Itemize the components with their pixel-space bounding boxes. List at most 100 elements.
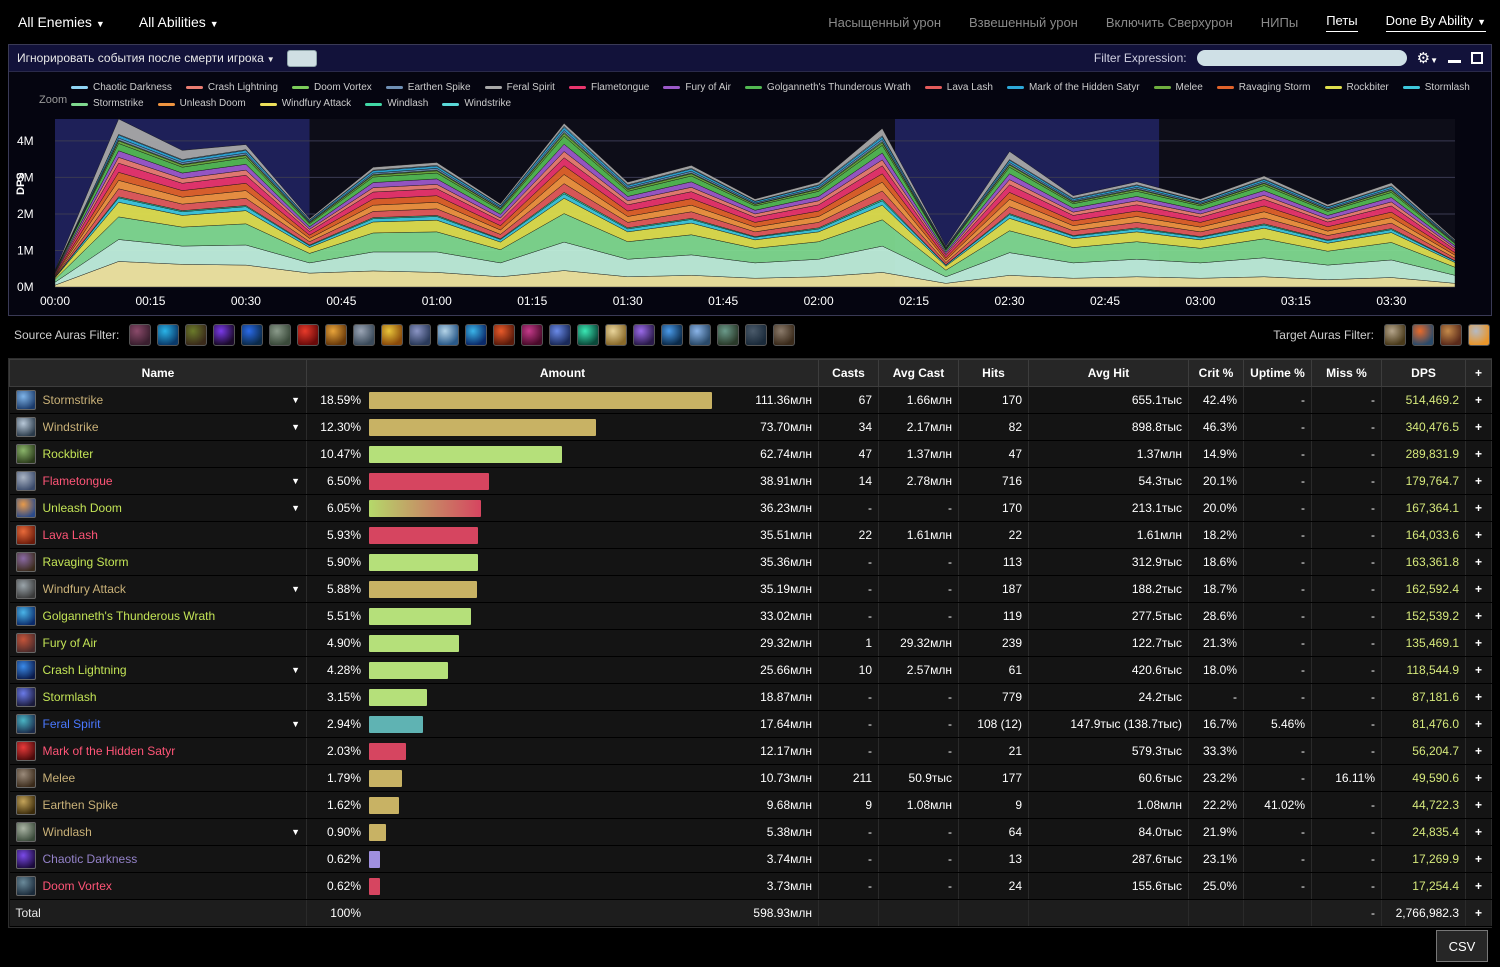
legend-item[interactable]: Ravaging Storm xyxy=(1217,81,1311,95)
ability-name-link[interactable]: Windstrike xyxy=(43,420,285,434)
csv-export-button[interactable]: CSV xyxy=(1436,930,1488,962)
ability-name-link[interactable]: Mark of the Hidden Satyr xyxy=(43,744,301,758)
source-aura-icon[interactable] xyxy=(465,324,487,346)
source-aura-icon[interactable] xyxy=(325,324,347,346)
source-aura-icon[interactable] xyxy=(437,324,459,346)
ability-icon[interactable] xyxy=(16,471,36,491)
ability-icon[interactable] xyxy=(16,741,36,761)
legend-item[interactable]: Earthen Spike xyxy=(386,81,471,95)
legend-item[interactable]: Feral Spirit xyxy=(485,81,555,95)
expand-button[interactable]: + xyxy=(1466,846,1492,873)
ability-icon[interactable] xyxy=(16,606,36,626)
row-expand-caret[interactable]: ▼ xyxy=(291,584,300,594)
legend-item[interactable]: Rockbiter xyxy=(1325,81,1389,95)
target-aura-icon[interactable] xyxy=(1468,324,1490,346)
column-header[interactable]: Hits xyxy=(959,360,1029,387)
row-expand-caret[interactable]: ▼ xyxy=(291,476,300,486)
ignore-deaths-toggle[interactable] xyxy=(287,50,317,67)
column-header[interactable]: Casts xyxy=(819,360,879,387)
ability-name-link[interactable]: Ravaging Storm xyxy=(43,555,301,569)
source-aura-icon[interactable] xyxy=(689,324,711,346)
target-aura-icon[interactable] xyxy=(1440,324,1462,346)
source-aura-icon[interactable] xyxy=(661,324,683,346)
ability-icon[interactable] xyxy=(16,660,36,680)
ability-icon[interactable] xyxy=(16,768,36,788)
ability-name-link[interactable]: Unleash Doom xyxy=(43,501,285,515)
abilities-dropdown[interactable]: All Abilities▼ xyxy=(139,14,219,30)
expand-button[interactable]: + xyxy=(1466,873,1492,900)
row-expand-caret[interactable]: ▼ xyxy=(291,503,300,513)
view-dropdown[interactable]: Done By Ability▼ xyxy=(1386,13,1486,32)
row-expand-caret[interactable]: ▼ xyxy=(291,395,300,405)
source-aura-icon[interactable] xyxy=(297,324,319,346)
source-aura-icon[interactable] xyxy=(549,324,571,346)
ability-icon[interactable] xyxy=(16,633,36,653)
column-header[interactable]: Name xyxy=(10,360,307,387)
expand-button[interactable]: + xyxy=(1466,414,1492,441)
gear-icon[interactable]: ⚙▼ xyxy=(1417,49,1438,67)
source-aura-icon[interactable] xyxy=(521,324,543,346)
legend-item[interactable]: Chaotic Darkness xyxy=(71,81,172,95)
ability-name-link[interactable]: Feral Spirit xyxy=(43,717,285,731)
ability-icon[interactable] xyxy=(16,390,36,410)
tab-include-overkill[interactable]: Включить Сверхурон xyxy=(1106,15,1233,30)
expand-button[interactable]: + xyxy=(1466,738,1492,765)
ability-name-link[interactable]: Stormlash xyxy=(43,690,301,704)
ability-icon[interactable] xyxy=(16,498,36,518)
tab-npcs[interactable]: НИПы xyxy=(1261,15,1298,30)
ability-icon[interactable] xyxy=(16,714,36,734)
source-aura-icon[interactable] xyxy=(717,324,739,346)
ignore-deaths-dropdown[interactable]: Игнорировать события после смерти игрока… xyxy=(17,51,275,65)
ability-name-link[interactable]: Earthen Spike xyxy=(43,798,301,812)
source-aura-icon[interactable] xyxy=(353,324,375,346)
source-aura-icon[interactable] xyxy=(129,324,151,346)
legend-item[interactable]: Flametongue xyxy=(569,81,649,95)
expand-button[interactable]: + xyxy=(1466,711,1492,738)
ability-icon[interactable] xyxy=(16,876,36,896)
ability-name-link[interactable]: Rockbiter xyxy=(43,447,301,461)
tab-pets[interactable]: Петы xyxy=(1326,13,1357,32)
ability-icon[interactable] xyxy=(16,579,36,599)
ability-icon[interactable] xyxy=(16,687,36,707)
ability-name-link[interactable]: Fury of Air xyxy=(43,636,301,650)
ability-name-link[interactable]: Chaotic Darkness xyxy=(43,852,301,866)
ability-name-link[interactable]: Melee xyxy=(43,771,301,785)
ability-name-link[interactable]: Windlash xyxy=(43,825,285,839)
source-aura-icon[interactable] xyxy=(185,324,207,346)
target-aura-icon[interactable] xyxy=(1412,324,1434,346)
legend-item[interactable]: Melee xyxy=(1154,81,1203,95)
row-expand-caret[interactable]: ▼ xyxy=(291,719,300,729)
expand-button[interactable]: + xyxy=(1466,792,1492,819)
expand-button[interactable]: + xyxy=(1466,495,1492,522)
ability-icon[interactable] xyxy=(16,552,36,572)
column-header[interactable]: Avg Cast xyxy=(879,360,959,387)
total-expand-button[interactable]: + xyxy=(1466,900,1492,927)
expand-button[interactable]: + xyxy=(1466,603,1492,630)
row-expand-caret[interactable]: ▼ xyxy=(291,665,300,675)
source-aura-icon[interactable] xyxy=(577,324,599,346)
legend-item[interactable]: Fury of Air xyxy=(663,81,731,95)
ability-name-link[interactable]: Stormstrike xyxy=(43,393,285,407)
ability-name-link[interactable]: Windfury Attack xyxy=(43,582,285,596)
ability-icon[interactable] xyxy=(16,849,36,869)
ability-name-link[interactable]: Lava Lash xyxy=(43,528,301,542)
ability-name-link[interactable]: Crash Lightning xyxy=(43,663,285,677)
ability-icon[interactable] xyxy=(16,417,36,437)
column-header[interactable]: Miss % xyxy=(1312,360,1382,387)
legend-item[interactable]: Doom Vortex xyxy=(292,81,372,95)
expand-button[interactable]: + xyxy=(1466,819,1492,846)
expand-button[interactable]: + xyxy=(1466,468,1492,495)
expand-button[interactable]: + xyxy=(1466,630,1492,657)
expand-button[interactable]: + xyxy=(1466,576,1492,603)
expand-button[interactable]: + xyxy=(1466,441,1492,468)
row-expand-caret[interactable]: ▼ xyxy=(291,422,300,432)
ability-icon[interactable] xyxy=(16,444,36,464)
legend-item[interactable]: Lava Lash xyxy=(925,81,993,95)
source-aura-icon[interactable] xyxy=(213,324,235,346)
column-header[interactable]: DPS xyxy=(1382,360,1466,387)
ability-icon[interactable] xyxy=(16,822,36,842)
tab-weighted-damage[interactable]: Взвешенный урон xyxy=(969,15,1078,30)
expand-button[interactable]: + xyxy=(1466,522,1492,549)
legend-item[interactable]: Mark of the Hidden Satyr xyxy=(1007,81,1140,95)
ability-name-link[interactable]: Doom Vortex xyxy=(43,879,301,893)
